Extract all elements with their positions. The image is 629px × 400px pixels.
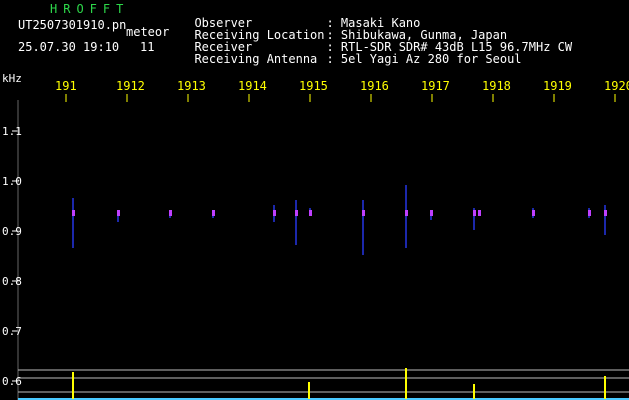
y-tick-label: 0.7 — [2, 325, 22, 338]
grid — [12, 94, 629, 400]
x-tick-label: 1915 — [299, 79, 328, 93]
x-tick-label: 1913 — [177, 79, 206, 93]
x-tick-label: 1916 — [360, 79, 389, 93]
signal-peak — [273, 210, 276, 216]
spectrogram-plot: 1.11.00.90.80.70.6 191 1912 1913 1914 1915 19… — [2, 79, 629, 400]
x-tick-label: 1919 — [543, 79, 572, 93]
x-tick-label: 1918 — [482, 79, 511, 93]
signal-peak — [588, 210, 591, 216]
signal-peak — [430, 210, 433, 216]
y-tick-label: 0.9 — [2, 225, 22, 238]
y-tick-label: 1.0 — [2, 175, 22, 188]
x-tick-label: 1917 — [421, 79, 450, 93]
y-tick-label: 0.6 — [2, 375, 22, 388]
x-tick-label: 1920 — [604, 79, 629, 93]
x-tick-label: 1912 — [116, 79, 145, 93]
y-axis-labels: 1.1 1.0 0.9 0.8 0.7 0.6 — [2, 125, 22, 388]
signal-peak — [169, 210, 172, 216]
y-tick-label: 1.1 — [2, 125, 22, 138]
signal-peak — [532, 210, 535, 216]
x-axis-labels: 191 1912 1913 1914 1915 1916 1917 1918 1919 1920 — [55, 79, 629, 93]
signal-peak — [478, 210, 481, 216]
x-tick-label: 1914 — [238, 79, 267, 93]
signal-peak — [604, 210, 607, 216]
y-tick-label: 0.8 — [2, 275, 22, 288]
signal-peak — [362, 210, 365, 216]
signal-peak — [405, 210, 408, 216]
signal-peak — [212, 210, 215, 216]
signal-peak — [309, 210, 312, 216]
signal-peak — [295, 210, 298, 216]
signal-peak — [473, 210, 476, 216]
x-tick-label: 191 — [55, 79, 77, 93]
signal-peak — [72, 210, 75, 216]
signal-peak — [117, 210, 120, 216]
signal-traces — [72, 185, 607, 399]
